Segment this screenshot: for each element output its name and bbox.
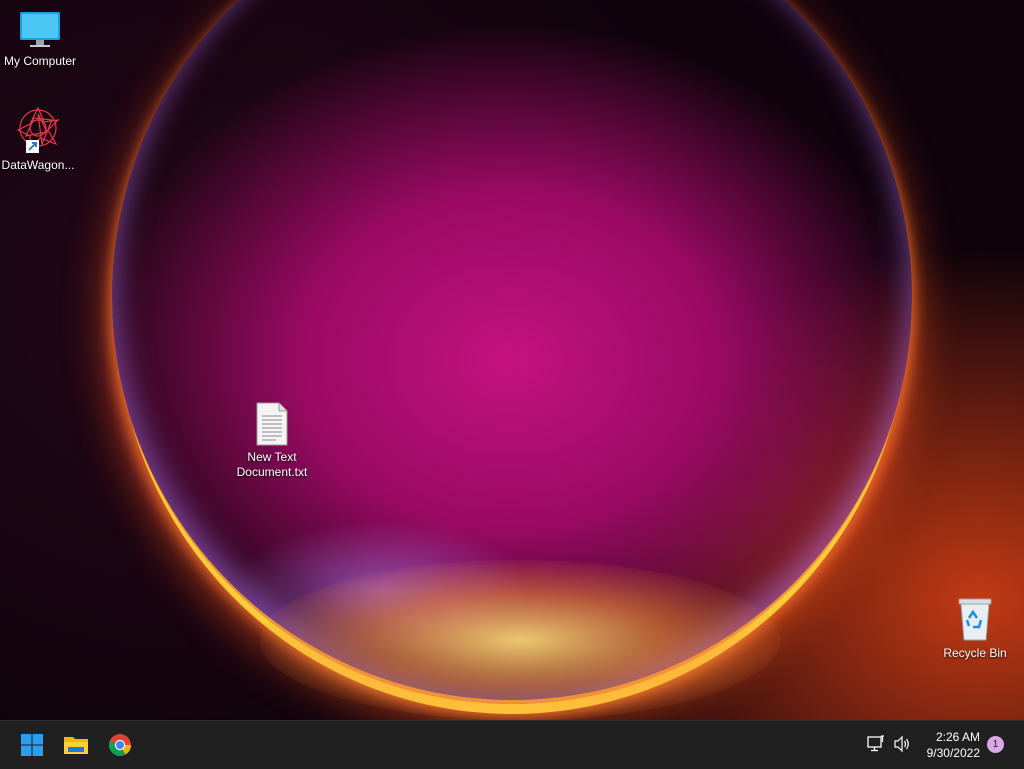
desktop-icon-text-document[interactable]: New Text Document.txt (232, 402, 312, 480)
desktop-icon-label: Recycle Bin (943, 646, 1007, 660)
notification-badge[interactable]: 1 (987, 736, 1004, 753)
datawagon-app-icon (16, 106, 60, 153)
wallpaper-glow-bottom (260, 560, 780, 720)
clock-date: 9/30/2022 (926, 746, 980, 760)
desktop-icon-label-line2: Document.txt (236, 465, 308, 479)
desktop-icon-my-computer[interactable]: My Computer (0, 10, 80, 69)
desktop-icon-label-line1: New Text (247, 450, 297, 464)
chrome-button[interactable] (100, 725, 140, 765)
windows-logo-icon (21, 734, 43, 756)
folder-icon (64, 737, 88, 754)
volume-icon[interactable] (892, 734, 914, 756)
desktop-icon-datawagon[interactable]: DataWagon... (0, 106, 78, 173)
desktop-icon-label: My Computer (3, 54, 77, 68)
taskbar: 2:26 AM 9/30/2022 1 (0, 720, 1024, 769)
desktop-wallpaper (0, 0, 1024, 720)
clock[interactable]: 2:26 AM 9/30/2022 (927, 729, 980, 761)
system-tray (866, 721, 914, 769)
text-file-icon (256, 402, 288, 446)
start-button[interactable] (12, 725, 52, 765)
chrome-icon (108, 734, 131, 756)
recycle-bin-icon (958, 598, 992, 641)
network-icon[interactable] (866, 734, 888, 756)
clock-time: 2:26 AM (935, 730, 980, 744)
desktop-icon-recycle-bin[interactable]: Recycle Bin (935, 596, 1015, 661)
monitor-icon (20, 12, 60, 47)
file-explorer-button[interactable] (56, 725, 96, 765)
desktop-icon-label: DataWagon... (1, 158, 75, 172)
